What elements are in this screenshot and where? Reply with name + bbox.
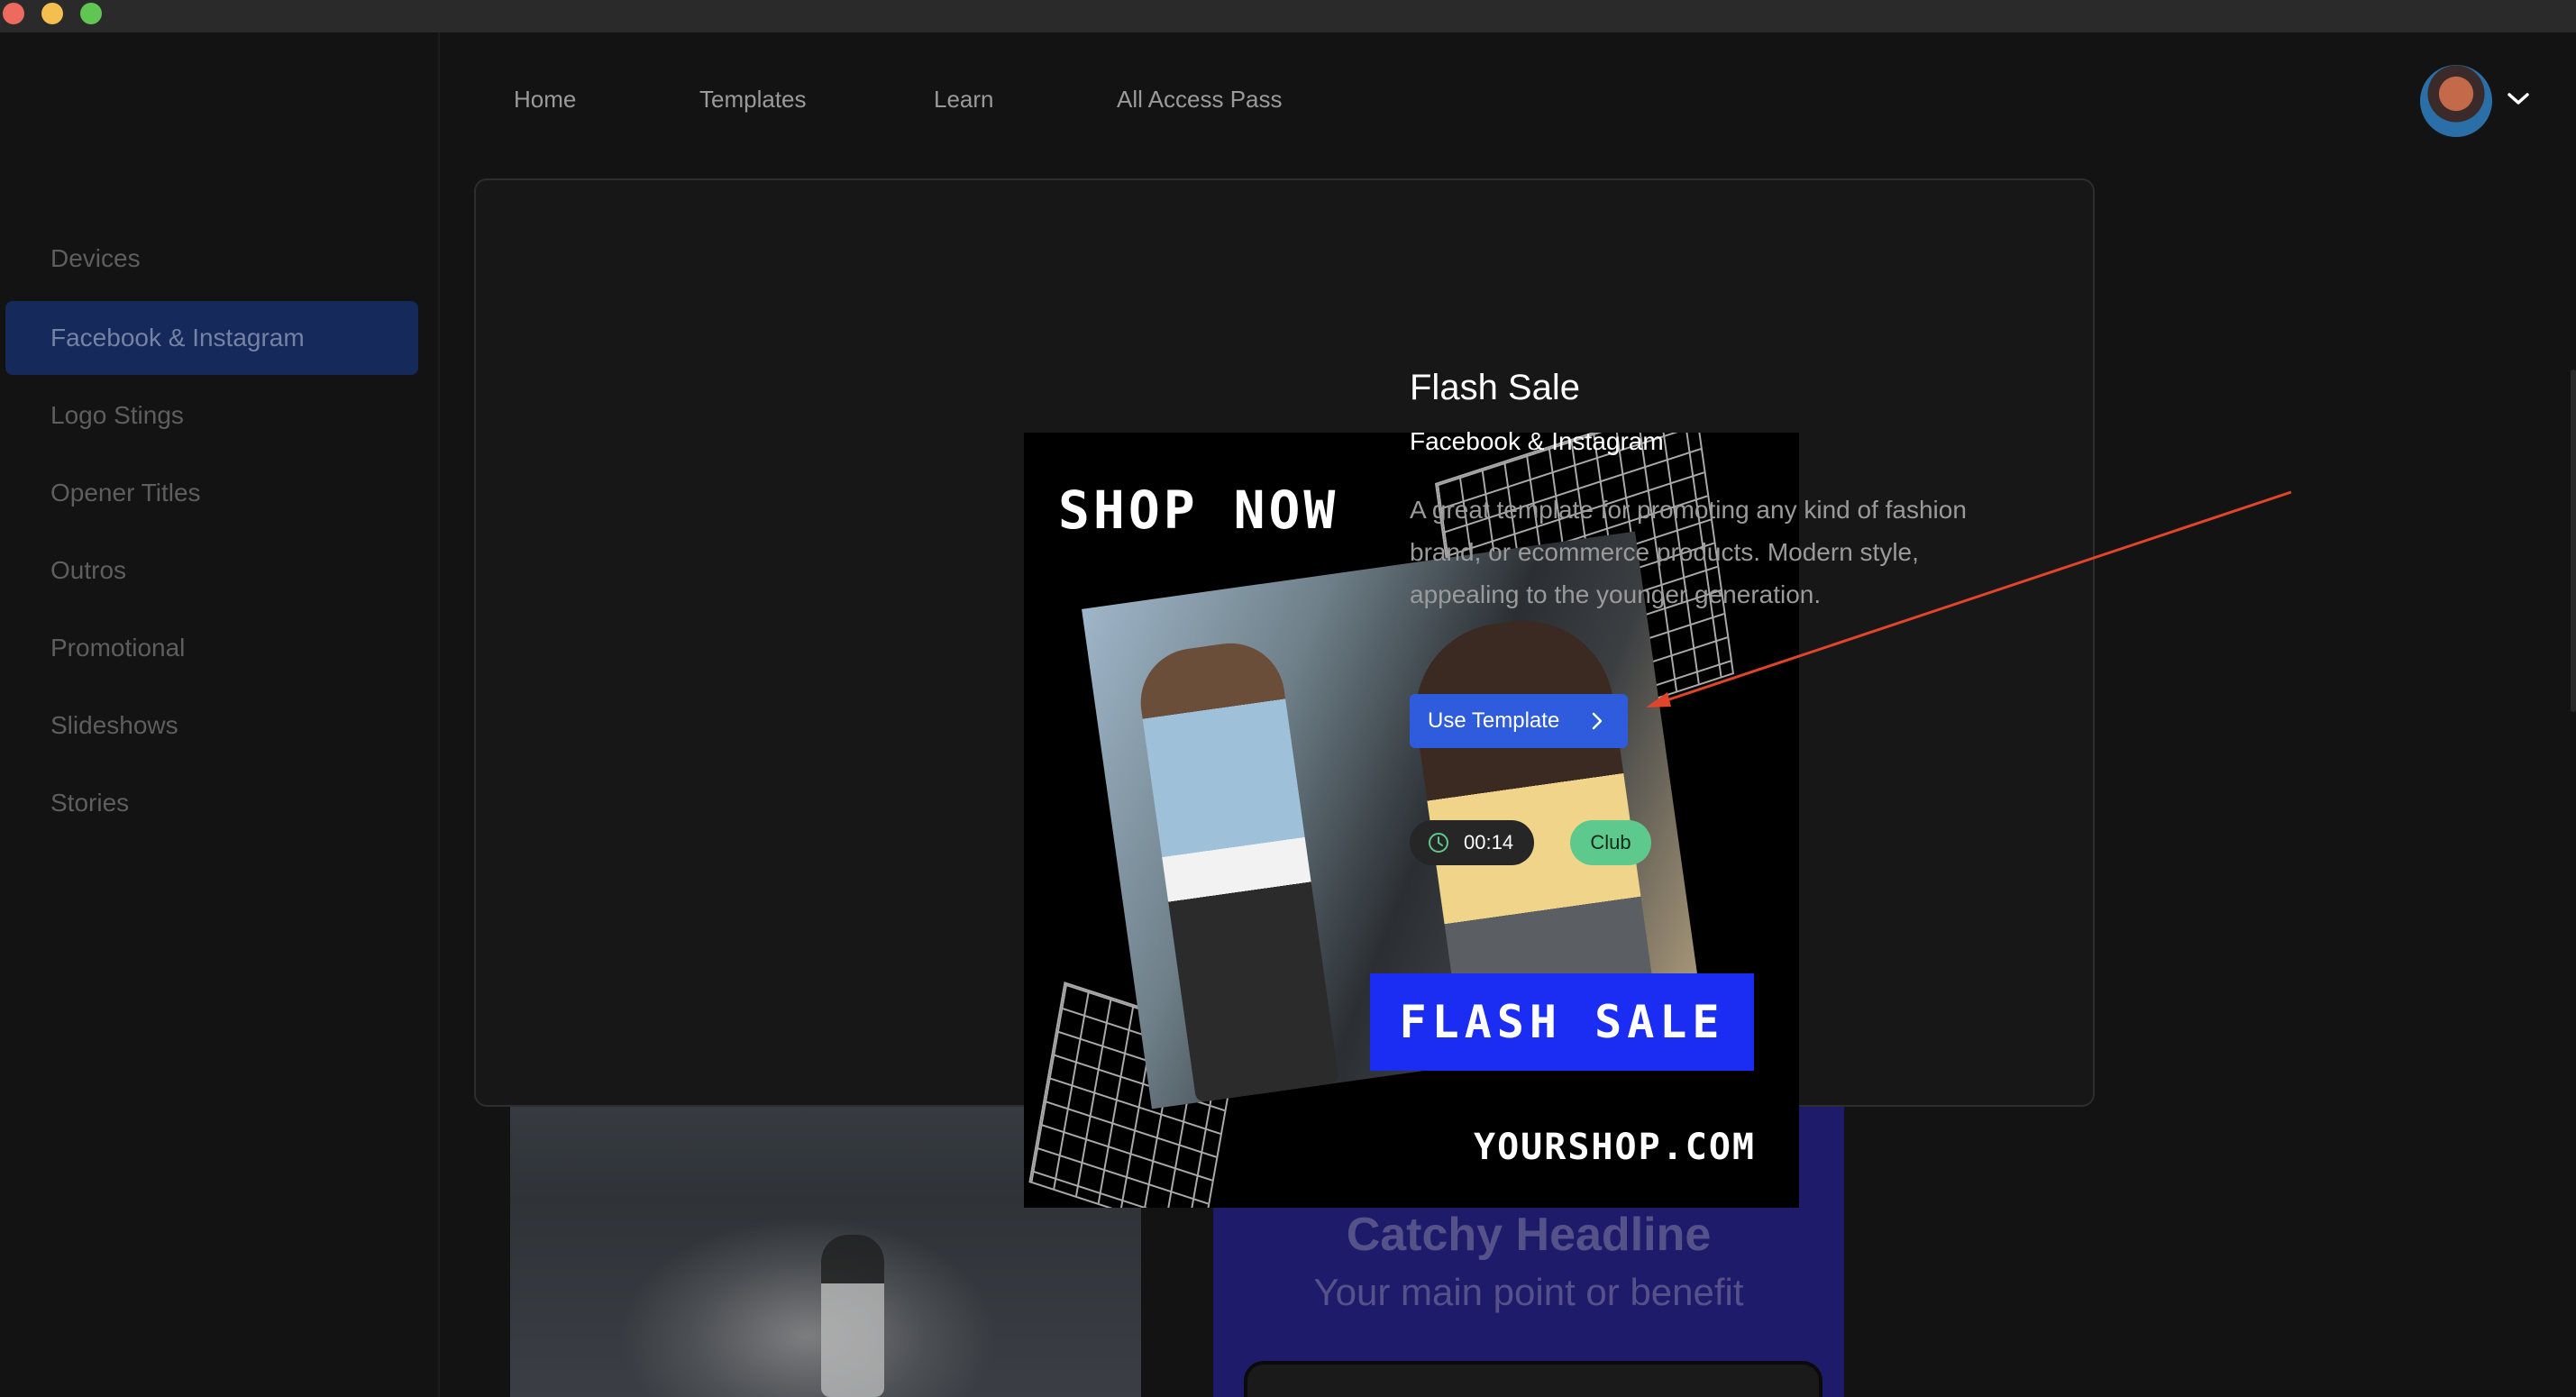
nav-learn[interactable]: Learn: [934, 81, 994, 117]
preview-banner: FLASH SALE: [1370, 973, 1754, 1071]
club-badge: Club: [1570, 820, 1651, 865]
template-detail-modal: SHOP NOW FLASH SALE YOURSHOP.COM: [474, 178, 2095, 1208]
preview-banner-text: FLASH SALE: [1399, 996, 1725, 1048]
nav-home[interactable]: Home: [514, 81, 576, 117]
template-category: Facebook & Instagram: [1410, 427, 1664, 455]
person-silhouette-image: [821, 1235, 884, 1397]
nav-templates[interactable]: Templates: [699, 81, 807, 117]
card-headline: Catchy Headline: [1346, 1209, 1712, 1261]
sidebar-item-outros[interactable]: Outros: [5, 534, 418, 607]
preview-headline: SHOP NOW: [1058, 479, 1339, 541]
zoom-window-button[interactable]: [80, 3, 102, 24]
minimize-window-button[interactable]: [41, 3, 63, 24]
template-description: A great template for promoting any kind …: [1410, 496, 1967, 608]
window-titlebar: [0, 0, 2576, 32]
sidebar-item-stories[interactable]: Stories: [5, 766, 418, 840]
sidebar-item-facebook-instagram[interactable]: Facebook & Instagram: [5, 301, 418, 375]
duration-text: 00:14: [1464, 831, 1514, 854]
sidebar-item-promotional[interactable]: Promotional: [5, 611, 418, 685]
template-title: Flash Sale: [1410, 368, 1580, 407]
nav-all-access-pass[interactable]: All Access Pass: [1117, 81, 1283, 117]
sidebar-item-devices[interactable]: Devices: [5, 222, 418, 296]
use-template-button[interactable]: Use Template: [1410, 694, 1628, 748]
duration-badge: 00:14: [1410, 820, 1534, 865]
clock-icon: [1429, 833, 1448, 853]
sidebar-item-opener-titles[interactable]: Opener Titles: [5, 456, 418, 530]
scrollbar[interactable]: [2571, 370, 2576, 712]
device-frame: [1244, 1361, 1822, 1397]
sidebar: Devices Facebook & Instagram Logo Stings…: [0, 32, 440, 1397]
chevron-right-icon: [1592, 712, 1603, 730]
chevron-down-icon[interactable]: [2506, 90, 2531, 108]
card-subline: Your main point or benefit: [1313, 1271, 1744, 1313]
avatar-icon[interactable]: [2420, 65, 2492, 137]
man-figure: [1133, 636, 1339, 1103]
close-window-button[interactable]: [3, 3, 24, 24]
sidebar-item-logo-stings[interactable]: Logo Stings: [5, 379, 418, 452]
use-template-label: Use Template: [1428, 708, 1560, 733]
smoke-cloud-image: [618, 1217, 997, 1397]
preview-url: YOURSHOP.COM: [1474, 1127, 1756, 1168]
sidebar-item-slideshows[interactable]: Slideshows: [5, 689, 418, 762]
